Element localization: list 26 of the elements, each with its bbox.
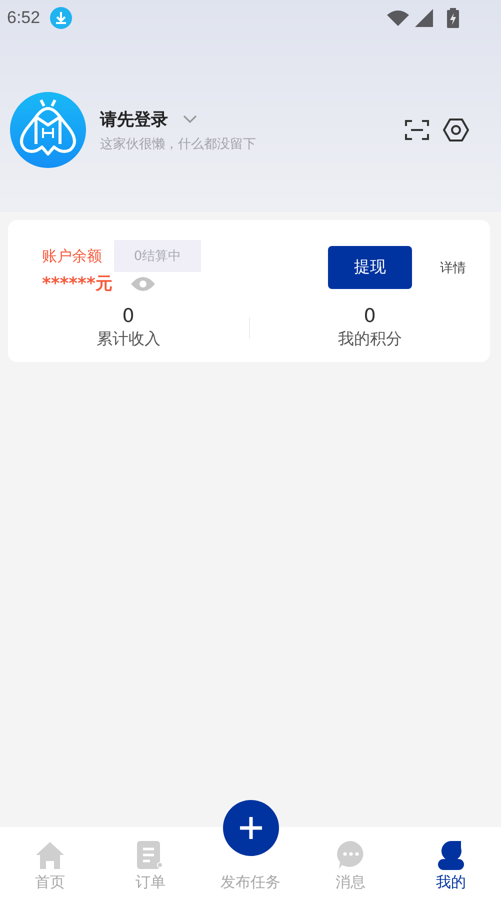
details-link[interactable]: 详情 [440,258,466,276]
login-prompt[interactable]: 请先登录 [100,108,168,130]
chevron-down-icon[interactable] [183,114,197,124]
balance-label: 账户余额 [42,246,102,266]
stat-value: 0 [122,305,134,327]
person-icon[interactable] [436,840,465,870]
plus-icon[interactable] [222,800,278,856]
balance-amount: ******元 [42,273,112,295]
signal-icon [415,9,433,27]
scan-icon[interactable] [405,119,429,141]
stat-label: 我的积分 [338,329,402,350]
eye-icon[interactable] [130,276,156,292]
stat-label: 累计收入 [96,329,160,350]
status-time: 6:52 [7,8,40,28]
chat-bubble-icon[interactable] [336,840,366,870]
tab-label[interactable]: 我的 [436,873,466,892]
download-icon [50,7,72,29]
wifi-icon [387,10,409,26]
settings-icon[interactable] [443,118,469,142]
document-icon[interactable] [136,840,164,870]
withdraw-button[interactable]: 提现 [328,246,412,289]
stat-value: 0 [364,305,376,327]
home-icon[interactable] [35,840,66,870]
profile-bio: 这家伙很懒，什么都没留下 [100,136,257,152]
battery-icon [447,8,459,28]
settling-badge: 0结算中 [114,240,201,272]
